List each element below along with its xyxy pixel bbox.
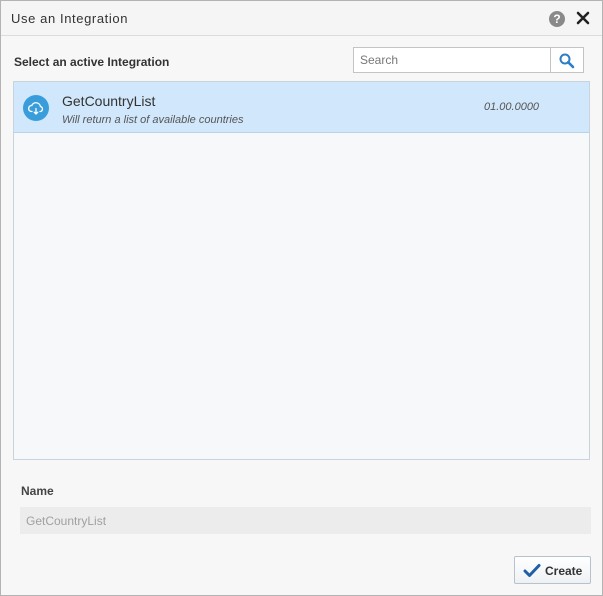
use-integration-dialog: Use an Integration ? Select an active In…: [0, 0, 603, 596]
checkmark-icon: [523, 564, 541, 577]
help-icon[interactable]: ?: [549, 11, 565, 27]
search-button[interactable]: [551, 47, 584, 73]
search-icon: [559, 53, 575, 69]
create-button-label: Create: [545, 564, 583, 578]
integration-list-item[interactable]: GetCountryList Will return a list of ava…: [14, 82, 589, 133]
name-field[interactable]: [20, 507, 591, 534]
dialog-title: Use an Integration: [11, 11, 129, 26]
integration-list: GetCountryList Will return a list of ava…: [13, 81, 590, 460]
select-integration-label: Select an active Integration: [14, 55, 170, 69]
search-box: [353, 47, 551, 73]
close-icon[interactable]: [574, 9, 592, 27]
integration-description: Will return a list of available countrie…: [62, 114, 244, 126]
name-label: Name: [21, 484, 54, 498]
search-input[interactable]: [354, 48, 550, 72]
create-button[interactable]: Create: [514, 556, 591, 584]
cloud-integration-icon: [23, 95, 49, 121]
dialog-titlebar: Use an Integration ?: [1, 1, 602, 36]
integration-version: 01.00.0000: [484, 101, 540, 113]
integration-name: GetCountryList: [62, 93, 156, 109]
